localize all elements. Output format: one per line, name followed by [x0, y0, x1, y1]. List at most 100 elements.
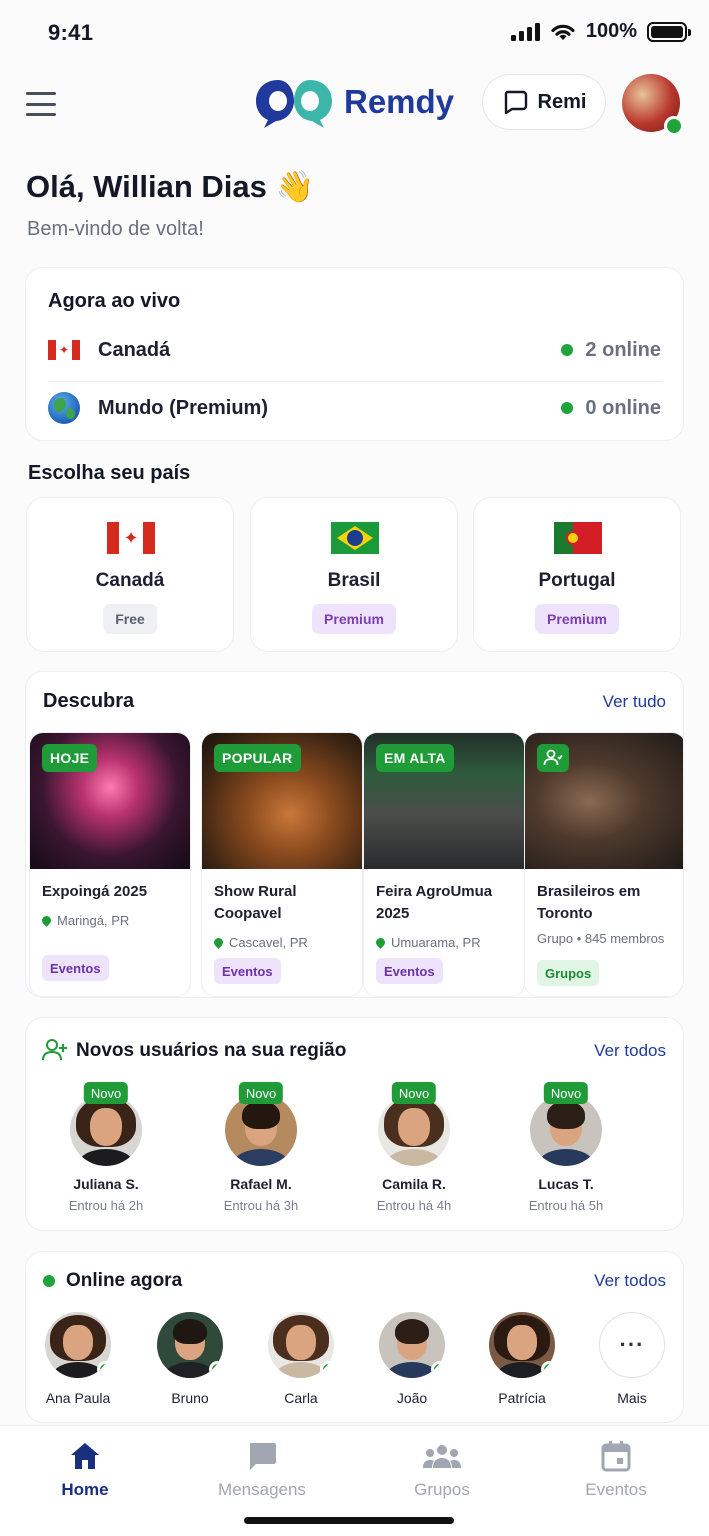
- user-name: Bruno: [171, 1390, 209, 1406]
- joined-time: Entrou há 5h: [528, 1198, 604, 1213]
- location-pin-icon: [212, 936, 225, 949]
- chat-bubble-icon: [504, 90, 527, 115]
- globe-icon: [48, 392, 80, 424]
- tier-badge: Premium: [535, 604, 619, 634]
- country-name: Canadá: [95, 570, 165, 591]
- new-badge: Novo: [391, 1082, 437, 1104]
- discover-item-agroumua[interactable]: EM ALTA Feira AgroUmua 2025 Umuarama, PR…: [363, 732, 525, 997]
- avatar: [379, 1312, 445, 1378]
- live-row-canada[interactable]: ✦ Canadá 2 online: [48, 321, 661, 379]
- status-icons: 100%: [510, 20, 691, 43]
- country-card-canada[interactable]: ✦ Canadá Free: [26, 497, 234, 652]
- online-user-item[interactable]: Carla: [251, 1312, 351, 1406]
- canada-flag-icon: ✦: [107, 522, 155, 554]
- remi-label: Remi: [537, 90, 587, 113]
- online-status-dot: [97, 1361, 111, 1378]
- online-status-dot: [320, 1361, 334, 1378]
- online-user-item[interactable]: João: [362, 1312, 462, 1406]
- new-user-item[interactable]: Novo Juliana S. Entrou há 2h: [46, 1082, 166, 1213]
- online-now-title: Online agora: [66, 1270, 183, 1291]
- live-row-world[interactable]: Mundo (Premium) 0 online: [48, 379, 661, 437]
- cellular-signal-icon: [510, 22, 540, 41]
- online-dot-icon: [561, 402, 574, 414]
- avatar: [378, 1094, 450, 1166]
- wifi-icon: [551, 24, 575, 40]
- group-title: Brasileiros em Toronto: [537, 883, 641, 922]
- app-name: Remdy: [344, 83, 455, 120]
- country-card-brasil[interactable]: Brasil Premium: [250, 497, 458, 652]
- event-tag: EM ALTA: [376, 744, 454, 772]
- home-icon: [71, 1443, 99, 1469]
- online-user-item[interactable]: Ana Paula: [28, 1312, 128, 1406]
- app-logo: Remdy: [254, 74, 454, 130]
- online-see-all-link[interactable]: Ver todos: [594, 1271, 666, 1291]
- tier-badge: Premium: [312, 604, 396, 634]
- online-user-item[interactable]: Bruno: [140, 1312, 240, 1406]
- event-title: Feira AgroUmua 2025: [376, 883, 493, 922]
- discover-title: Descubra: [43, 690, 135, 712]
- home-indicator: [244, 1517, 454, 1524]
- avatar: [489, 1312, 555, 1378]
- tab-label: Grupos: [414, 1480, 470, 1499]
- avatar: [70, 1094, 142, 1166]
- user-name: Rafael M.: [230, 1176, 292, 1192]
- event-title: Expoingá 2025: [42, 883, 148, 900]
- country-card-portugal[interactable]: Portugal Premium: [473, 497, 681, 652]
- online-status-dot: [541, 1361, 555, 1378]
- status-bar: 9:41 100%: [0, 0, 709, 64]
- menu-icon[interactable]: [26, 92, 56, 116]
- new-badge: Novo: [238, 1082, 284, 1104]
- joined-time: Entrou há 2h: [68, 1198, 144, 1213]
- calendar-icon: [601, 1441, 631, 1472]
- tab-messages[interactable]: Mensagens: [202, 1440, 322, 1500]
- tab-groups[interactable]: Grupos: [382, 1440, 502, 1500]
- tab-events[interactable]: Eventos: [556, 1440, 676, 1500]
- tab-home[interactable]: Home: [25, 1440, 145, 1500]
- app-header: Remdy Remi: [0, 64, 709, 144]
- new-badge: Novo: [83, 1082, 129, 1104]
- location-pin-icon: [40, 914, 53, 927]
- category-badge: Eventos: [376, 958, 443, 984]
- joined-time: Entrou há 4h: [376, 1198, 452, 1213]
- new-users-title: Novos usuários na sua região: [76, 1040, 347, 1061]
- event-location: Cascavel, PR: [212, 935, 308, 950]
- discover-item-expoinga[interactable]: HOJE Expoingá 2025 Maringá, PR Eventos: [29, 732, 191, 997]
- discover-item-show-rural[interactable]: POPULAR Show Rural Coopavel Cascavel, PR…: [201, 732, 363, 997]
- new-users-card: Novos usuários na sua região Ver todos N…: [25, 1017, 684, 1231]
- discover-card: Descubra Ver tudo HOJE Expoingá 2025 Mar…: [25, 671, 684, 998]
- tab-label: Mensagens: [218, 1480, 306, 1499]
- new-user-item[interactable]: Novo Lucas T. Entrou há 5h: [506, 1082, 626, 1213]
- profile-avatar[interactable]: [622, 74, 684, 136]
- group-meta: Grupo • 845 membros: [537, 931, 665, 946]
- avatar: [45, 1312, 111, 1378]
- online-status-dot: [209, 1361, 223, 1378]
- event-tag: HOJE: [42, 744, 98, 772]
- add-user-icon: [42, 1039, 67, 1061]
- more-users-button[interactable]: ··· Mais: [582, 1312, 682, 1406]
- group-users-icon: [543, 749, 563, 766]
- user-name: Juliana S.: [73, 1176, 139, 1192]
- country-name: Portugal: [538, 570, 616, 591]
- group-tag: [537, 744, 569, 772]
- message-icon: [250, 1443, 276, 1470]
- greeting-subtitle: Bem-vindo de volta!: [27, 218, 204, 240]
- new-user-item[interactable]: Novo Rafael M. Entrou há 3h: [201, 1082, 321, 1213]
- live-now-title: Agora ao vivo: [48, 290, 181, 312]
- online-now-card: Online agora Ver todos Ana Paula Bruno C…: [25, 1251, 684, 1423]
- new-user-item[interactable]: Novo Camila R. Entrou há 4h: [354, 1082, 474, 1213]
- joined-time: Entrou há 3h: [223, 1198, 299, 1213]
- user-name: Patrícia: [498, 1390, 546, 1406]
- greeting-title: Olá, Willian Dias 👋: [26, 169, 315, 204]
- online-dot-icon: [561, 344, 574, 356]
- discover-see-all-link[interactable]: Ver tudo: [603, 692, 666, 712]
- location-pin-icon: [374, 936, 387, 949]
- tab-label: Eventos: [585, 1480, 647, 1499]
- online-user-item[interactable]: Patrícia: [472, 1312, 572, 1406]
- online-dot-icon: [43, 1275, 55, 1287]
- discover-item-brasileiros-toronto[interactable]: Brasileiros em Toronto Grupo • 845 membr…: [524, 732, 683, 997]
- remi-assistant-button[interactable]: Remi: [482, 74, 606, 130]
- live-row-name: Mundo (Premium): [98, 396, 268, 419]
- new-badge: Novo: [543, 1082, 589, 1104]
- status-time: 9:41: [48, 20, 94, 45]
- new-users-see-all-link[interactable]: Ver todos: [594, 1041, 666, 1061]
